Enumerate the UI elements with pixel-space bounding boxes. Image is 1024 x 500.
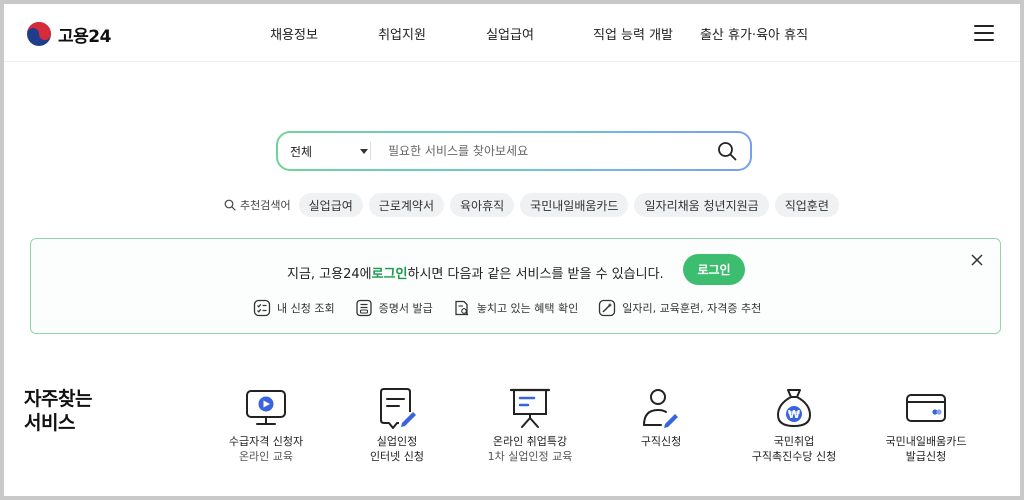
banner-text-before: 지금, 고용24에 [287,267,372,282]
nav-jobs[interactable]: 채용정보 [270,24,318,43]
recommendation-link[interactable]: 일자리, 교육훈련, 자격증 추천 [598,299,761,317]
search-box: 전체 [278,133,750,169]
nav-job-skills[interactable]: 직업 능력 개발 [593,24,673,43]
certificate-icon [355,299,372,317]
monitor-play-icon [246,390,286,425]
search-bar: 전체 [276,131,752,171]
recommended-label: 추천검색어 [224,197,291,213]
card-icon [906,394,946,422]
search-icon[interactable] [716,140,738,162]
frequent-title-line2: 서비스 [24,412,75,434]
keyword-chip[interactable]: 국민내일배움카드 [520,193,629,217]
keyword-chip[interactable]: 직업훈련 [774,193,839,217]
svg-text:₩: ₩ [788,408,800,421]
banner-links: 내 신청 조회 증명서 발급 놓치고 있는 혜택 확인 일자리, 교육훈련, 자… [253,299,781,317]
my-applications-link[interactable]: 내 신청 조회 [253,299,335,317]
service-line2: 온라인 교육 [238,450,294,463]
banner-message: 지금, 고용24에 로그인 하시면 다음과 같은 서비스를 받을 수 있습니다. [287,263,664,282]
service-line1: 구직신청 [640,435,682,448]
presentation-board-icon [509,388,551,428]
main-nav: 채용정보 취업지원 실업급여 직업 능력 개발 출산 휴가·육아 휴직 [4,4,1020,62]
missed-benefits-link[interactable]: 놓치고 있는 혜택 확인 [453,299,579,317]
page: 고용24 채용정보 취업지원 실업급여 직업 능력 개발 출산 휴가·육아 휴직… [0,0,1024,500]
caret-down-icon [360,149,368,154]
service-line2: 인터넷 신청 [369,450,425,463]
search-input[interactable] [388,139,708,163]
frequent-services-title: 자주찾는 서비스 [24,387,92,435]
service-line2: 발급신청 [905,450,947,463]
service-line1: 실업인정 [376,435,418,448]
keyword-chip[interactable]: 실업급여 [298,193,363,217]
recommendation-label: 일자리, 교육훈련, 자격증 추천 [622,302,762,315]
service-unemployment-recognition[interactable]: 실업인정 인터넷 신청 [327,386,467,464]
checklist-icon [253,299,271,317]
login-banner: 지금, 고용24에 로그인 하시면 다음과 같은 서비스를 받을 수 있습니다.… [30,238,1001,334]
document-pen-icon [380,388,416,429]
won-money-bag-icon: ₩ [777,389,811,427]
close-icon[interactable] [970,253,984,267]
service-online-education[interactable]: 수급자격 신청자 온라인 교육 [196,386,336,464]
search-scope-select[interactable]: 전체 [290,133,368,169]
service-line2: 1차 실업인정 교육 [487,450,573,463]
my-applications-label: 내 신청 조회 [277,302,335,315]
missed-benefits-label: 놓치고 있는 혜택 확인 [476,302,579,315]
service-line1: 수급자격 신청자 [228,435,304,448]
keyword-chip[interactable]: 육아휴직 [449,193,515,217]
nav-parental-leave[interactable]: 출산 휴가·육아 휴직 [700,24,808,43]
certificate-label: 증명서 발급 [378,302,433,315]
nav-unemployment-benefit[interactable]: 실업급여 [486,24,534,43]
login-button[interactable]: 로그인 [683,254,745,285]
header: 고용24 채용정보 취업지원 실업급여 직업 능력 개발 출산 휴가·육아 휴직 [4,4,1020,62]
banner-text-after: 하시면 다음과 같은 서비스를 받을 수 있습니다. [407,267,664,282]
service-line1: 국민내일배움카드 [885,435,967,448]
recommended-label-text: 추천검색어 [240,199,291,212]
recommended-keywords: 추천검색어 실업급여 근로계약서 육아휴직 국민내일배움카드 일자리채움 청년지… [224,193,845,217]
banner-text-login: 로그인 [371,267,408,282]
search-divider [370,142,371,160]
service-line2: 구직촉진수당 신청 [751,450,837,463]
search-scope-value: 전체 [290,144,313,159]
keyword-chip[interactable]: 근로계약서 [368,193,444,217]
service-learning-card[interactable]: 국민내일배움카드 발급신청 [856,386,996,464]
service-online-lecture[interactable]: 온라인 취업특강 1차 실업인정 교육 [460,386,600,464]
hamburger-menu-icon[interactable] [974,25,994,41]
service-job-application[interactable]: 구직신청 [591,386,731,449]
keyword-chip[interactable]: 일자리채움 청년지원금 [634,193,769,217]
service-job-promotion-allowance[interactable]: ₩ 국민취업 구직촉진수당 신청 [724,386,864,464]
service-line1: 온라인 취업특강 [492,435,568,448]
search-small-icon [224,199,236,211]
benefit-search-icon [455,300,469,316]
magic-wand-icon [599,299,616,317]
frequent-title-line1: 자주찾는 [24,388,92,410]
person-pen-icon [643,389,678,428]
service-line1: 국민취업 [773,435,815,448]
nav-employment-support[interactable]: 취업지원 [378,24,426,43]
certificate-link[interactable]: 증명서 발급 [355,299,433,317]
